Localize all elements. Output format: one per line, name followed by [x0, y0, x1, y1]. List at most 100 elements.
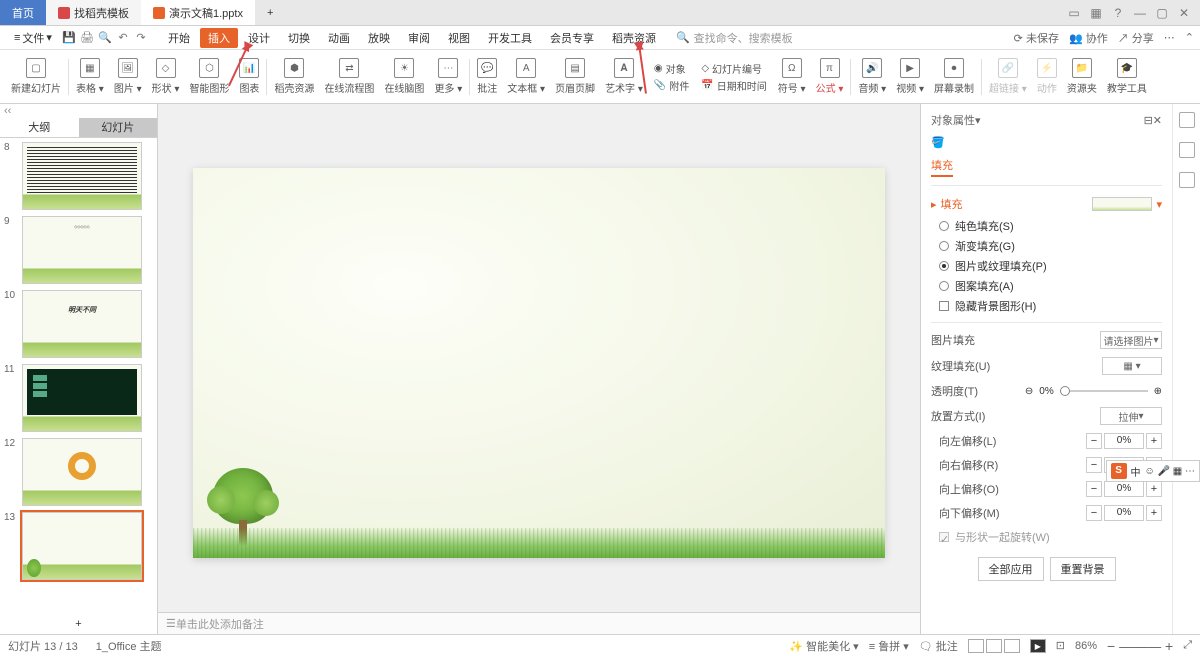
maximize-icon[interactable]: ▢	[1154, 5, 1170, 21]
tab-template[interactable]: 找稻壳模板	[46, 0, 141, 25]
ribbon-textbox[interactable]: A文本框 ▾	[502, 58, 550, 95]
notes-area[interactable]: ☰ 单击此处添加备注	[158, 612, 920, 634]
ribbon-comment[interactable]: 💬批注	[472, 58, 502, 95]
section-fill[interactable]: ▸ 填充 ▾	[931, 196, 1162, 212]
menu-transition[interactable]: 切换	[280, 30, 318, 46]
ribbon-new-slide[interactable]: ▢新建幻灯片	[6, 58, 66, 95]
view-slideshow[interactable]: ▶	[1030, 639, 1046, 653]
zoom-expand[interactable]: ⤢	[1183, 639, 1192, 652]
menu-dev[interactable]: 开发工具	[480, 30, 540, 46]
ribbon-audio[interactable]: 🔊音频 ▾	[853, 58, 891, 95]
ribbon-hf[interactable]: ▤页眉页脚	[550, 58, 600, 95]
menu-begin[interactable]: 开始	[160, 30, 198, 46]
collapse-ribbon-icon[interactable]: ⌃	[1185, 31, 1194, 44]
layout-icon[interactable]: ▭	[1066, 5, 1082, 21]
slide-canvas[interactable]	[193, 168, 885, 558]
checkbox-hidebg[interactable]: 隐藏背景图形(H)	[931, 298, 1162, 314]
ime-toolbar[interactable]: S 中 ☺ 🎤 ▦ ⋯	[1106, 460, 1200, 482]
side-icon-2[interactable]	[1179, 142, 1195, 158]
status-typeset[interactable]: ≡ 鲁拼 ▾	[869, 638, 909, 654]
ribbon-image[interactable]: 🖼图片 ▾	[109, 58, 147, 95]
ribbon-smart[interactable]: ⬡智能图形	[184, 58, 234, 95]
thumb-tab-slides[interactable]: 幻灯片	[79, 118, 158, 137]
ribbon-datetime[interactable]: 📅 日期和时间	[701, 78, 766, 93]
ribbon-video[interactable]: ▶视频 ▾	[891, 58, 929, 95]
minimize-icon[interactable]: —	[1132, 5, 1148, 21]
radio-solid[interactable]: 纯色填充(S)	[931, 218, 1162, 234]
thumb-11[interactable]	[22, 364, 142, 432]
stepper-off-l[interactable]: −0%+	[1086, 433, 1162, 449]
status-notes[interactable]: 🗨 批注	[919, 638, 958, 654]
view-reading[interactable]	[1004, 639, 1020, 653]
opacity-slider[interactable]	[1060, 390, 1148, 392]
ribbon-slide-number[interactable]: ◇ 幻灯片编号	[701, 61, 766, 76]
ribbon-object[interactable]: ◉ 对象	[654, 61, 689, 76]
radio-gradient[interactable]: 渐变填充(G)	[931, 238, 1162, 254]
ribbon-more[interactable]: ⋯更多 ▾	[429, 58, 467, 95]
thumb-12[interactable]	[22, 438, 142, 506]
radio-picture[interactable]: 图片或纹理填充(P)	[931, 258, 1162, 274]
select-picture[interactable]: 请选择图片 ▾	[1100, 331, 1162, 349]
ribbon-action[interactable]: ⚡动作	[1032, 58, 1062, 95]
ribbon-table[interactable]: ▦表格 ▾	[71, 58, 109, 95]
ribbon-olmind[interactable]: ☀在线脑图	[379, 58, 429, 95]
select-tile[interactable]: 拉伸 ▾	[1100, 407, 1162, 425]
redo-icon[interactable]: ↷	[134, 31, 148, 45]
side-icon-1[interactable]	[1179, 112, 1195, 128]
reset-bg-button[interactable]: 重置背景	[1050, 557, 1116, 581]
ribbon-dkres[interactable]: ⬢稻壳资源	[269, 58, 319, 95]
checkbox-rotate[interactable]: ✓与形状一起旋转(W)	[931, 529, 1162, 545]
fill-preview[interactable]	[1092, 197, 1152, 211]
menu-view[interactable]: 视图	[440, 30, 478, 46]
status-beautify[interactable]: ✨ 智能美化 ▾	[789, 638, 858, 654]
coop-button[interactable]: 👥 协作	[1069, 30, 1108, 46]
file-menu[interactable]: ≡ 文件 ▾	[6, 30, 60, 46]
preview-icon[interactable]: 🔍	[98, 31, 112, 45]
thumb-10[interactable]: 明天不同	[22, 290, 142, 358]
thumb-9[interactable]: ◇◇◇◇◇	[22, 216, 142, 284]
thumb-tab-outline[interactable]: 大纲	[0, 118, 79, 137]
select-texture[interactable]: ▦ ▾	[1102, 357, 1162, 375]
menu-vip[interactable]: 会员专享	[542, 30, 602, 46]
help-icon[interactable]: ?	[1110, 5, 1126, 21]
ribbon-shape[interactable]: ◇形状 ▾	[147, 58, 185, 95]
ribbon-link[interactable]: 🔗超链接 ▾	[984, 58, 1032, 95]
share-button[interactable]: ↗ 分享	[1118, 30, 1154, 46]
thumb-collapse[interactable]: ‹‹	[0, 104, 157, 118]
ribbon-resfolder[interactable]: 📁资源夹	[1062, 58, 1102, 95]
props-tab-fill[interactable]: 填充	[931, 155, 953, 177]
side-icon-3[interactable]	[1179, 172, 1195, 188]
tab-new[interactable]: +	[255, 0, 285, 25]
ribbon-symbol[interactable]: Ω符号 ▾	[773, 58, 811, 95]
unsaved-indicator[interactable]: ⟳ 未保存	[1014, 30, 1059, 46]
ribbon-formula[interactable]: π公式 ▾	[811, 58, 849, 95]
menu-review[interactable]: 审阅	[400, 30, 438, 46]
props-pin-icon[interactable]: ⊟	[1144, 114, 1153, 127]
view-sorter[interactable]	[986, 639, 1002, 653]
ribbon-record[interactable]: ⏺屏幕录制	[929, 58, 979, 95]
add-slide-button[interactable]: +	[0, 614, 157, 634]
radio-pattern[interactable]: 图案填充(A)	[931, 278, 1162, 294]
undo-icon[interactable]: ↶	[116, 31, 130, 45]
tab-file[interactable]: 演示文稿1.pptx	[141, 0, 255, 25]
view-normal[interactable]	[968, 639, 984, 653]
grid-icon[interactable]: ▦	[1088, 5, 1104, 21]
thumb-13[interactable]	[22, 512, 142, 580]
zoom-fit[interactable]: ⊡	[1056, 639, 1065, 652]
print-icon[interactable]: 🖨	[80, 31, 94, 45]
save-icon[interactable]: 💾	[62, 31, 76, 45]
menu-show[interactable]: 放映	[360, 30, 398, 46]
command-search[interactable]: 🔍 查找命令、搜索模板	[676, 30, 793, 46]
ribbon-attach[interactable]: 📎 附件	[654, 78, 689, 93]
menu-insert[interactable]: 插入	[200, 28, 238, 48]
ribbon-olflow[interactable]: ⇄在线流程图	[319, 58, 379, 95]
ribbon-teach[interactable]: 🎓教学工具	[1102, 58, 1152, 95]
props-close-icon[interactable]: ✕	[1153, 114, 1162, 127]
stepper-off-u[interactable]: −0%+	[1086, 481, 1162, 497]
close-icon[interactable]: ✕	[1176, 5, 1192, 21]
stepper-off-d[interactable]: −0%+	[1086, 505, 1162, 521]
more-icon[interactable]: ⋯	[1164, 31, 1175, 44]
bucket-icon[interactable]: 🪣	[931, 136, 945, 149]
thumb-8[interactable]	[22, 142, 142, 210]
menu-anim[interactable]: 动画	[320, 30, 358, 46]
